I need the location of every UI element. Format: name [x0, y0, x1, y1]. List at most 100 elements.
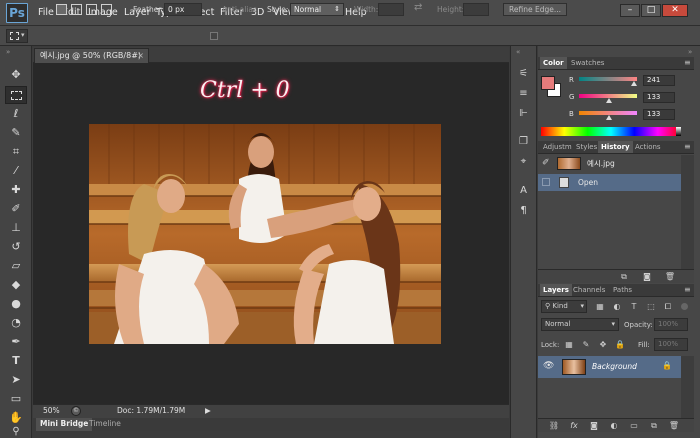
document-tab[interactable]: 예시.jpg @ 50% (RGB/8#) × — [34, 48, 149, 63]
filter-pixel-icon[interactable]: ▦ — [594, 301, 606, 312]
filter-smart-object-icon[interactable]: ⧠ — [662, 301, 674, 312]
tab-channels[interactable]: Channels — [570, 284, 608, 296]
new-layer-icon[interactable]: ⧉ — [648, 420, 660, 431]
height-input[interactable] — [463, 3, 489, 16]
lasso-tool-icon[interactable]: ℓ — [5, 105, 27, 123]
lock-all-icon[interactable]: 🔒 — [614, 339, 626, 350]
add-selection-icon[interactable] — [71, 4, 82, 15]
dodge-tool-icon[interactable]: ◔ — [5, 314, 27, 332]
panel-menu-icon[interactable]: ≡ — [684, 58, 692, 68]
tab-paths[interactable]: Paths — [610, 284, 635, 296]
brush-tool-icon[interactable]: ✐ — [5, 200, 27, 218]
tool-presets-icon[interactable]: ⊩ — [515, 106, 532, 122]
opacity-input[interactable]: 100% — [654, 318, 688, 331]
channel-r-value[interactable]: 241 — [643, 75, 675, 86]
layer-style-icon[interactable]: fx — [568, 420, 580, 431]
menu-file[interactable]: File — [38, 7, 54, 18]
blur-tool-icon[interactable]: ● — [5, 295, 27, 313]
crop-tool-icon[interactable]: ⌗ — [5, 143, 27, 161]
zoom-level[interactable]: 50% — [43, 405, 60, 417]
history-scrollbar[interactable] — [681, 155, 694, 269]
tab-color[interactable]: Color — [540, 57, 567, 69]
antialias-checkbox[interactable] — [210, 32, 218, 40]
fill-input[interactable]: 100% — [654, 338, 688, 351]
panel-dock-arrows-icon[interactable]: » — [688, 48, 692, 56]
tab-mini-bridge[interactable]: Mini Bridge — [36, 418, 93, 431]
character-panel-icon[interactable]: A — [515, 183, 532, 199]
history-snapshot-row[interactable]: ✐ 예시.jpg — [538, 155, 681, 172]
adjustment-layer-icon[interactable]: ◐ — [608, 420, 620, 431]
rectangle-tool-icon[interactable]: ▭ — [5, 390, 27, 408]
layer-mask-icon[interactable]: ◙ — [588, 420, 600, 431]
filter-type-icon[interactable]: T — [628, 301, 640, 312]
subtract-selection-icon[interactable] — [86, 4, 97, 15]
maximize-button[interactable]: □ — [641, 4, 661, 17]
pen-tool-icon[interactable]: ✒ — [5, 333, 27, 351]
channel-g-thumb[interactable] — [606, 98, 613, 103]
clone-source-icon[interactable]: ❐ — [515, 134, 532, 150]
channel-g-value[interactable]: 133 — [643, 92, 675, 103]
new-document-from-state-icon[interactable]: ⧉ — [618, 271, 630, 282]
eraser-tool-icon[interactable]: ▱ — [5, 257, 27, 275]
collapse-arrows-icon[interactable]: » — [6, 48, 10, 56]
panel-menu-icon[interactable]: ≡ — [684, 142, 692, 152]
history-state-checkbox[interactable] — [542, 178, 550, 186]
lock-pixels-icon[interactable]: ✎ — [580, 339, 592, 350]
swap-icon[interactable]: ⇄ — [414, 2, 422, 13]
panel-menu-icon[interactable]: ≡ — [684, 285, 692, 295]
new-group-icon[interactable]: ▭ — [628, 420, 640, 431]
filter-adjustment-icon[interactable]: ◐ — [611, 301, 623, 312]
layers-scrollbar[interactable] — [681, 356, 694, 418]
width-input[interactable] — [378, 3, 404, 16]
channel-b-thumb[interactable] — [606, 115, 613, 120]
paragraph-panel-icon[interactable]: ¶ — [515, 203, 532, 219]
brush-presets-icon[interactable]: ≡ — [515, 86, 532, 102]
intersect-selection-icon[interactable] — [101, 4, 112, 15]
tab-timeline[interactable]: Timeline — [85, 418, 125, 431]
link-layers-icon[interactable]: ⛓ — [548, 420, 560, 431]
document-image[interactable] — [89, 124, 441, 344]
brush-panel-icon[interactable]: ⚟ — [515, 66, 532, 82]
visibility-eye-icon[interactable]: 👁 — [543, 361, 554, 371]
history-brush-source-icon[interactable]: ✐ — [542, 155, 550, 172]
style-select[interactable]: Normal ⇕ — [290, 3, 344, 16]
channel-r-slider[interactable] — [579, 77, 637, 81]
collapse-arrows-icon[interactable]: « — [516, 48, 520, 56]
layer-name[interactable]: Background — [592, 362, 637, 371]
healing-brush-tool-icon[interactable]: ✚ — [5, 181, 27, 199]
eyedropper-tool-icon[interactable]: ⁄ — [5, 162, 27, 180]
tab-styles[interactable]: Styles — [573, 141, 600, 153]
channel-b-value[interactable]: 133 — [643, 109, 675, 120]
clone-stamp-tool-icon[interactable]: ⊥ — [5, 219, 27, 237]
new-snapshot-icon[interactable]: ◙ — [641, 271, 653, 282]
channel-r-thumb[interactable] — [630, 81, 637, 86]
filter-toggle[interactable] — [681, 303, 688, 310]
trash-icon[interactable]: 🗑 — [668, 420, 680, 431]
close-button[interactable]: ✕ — [662, 4, 688, 17]
lock-transparency-icon[interactable]: ▦ — [563, 339, 575, 350]
zoom-tool-icon[interactable]: ⚲ — [5, 423, 27, 438]
tab-layers[interactable]: Layers — [540, 284, 572, 296]
info-panel-icon[interactable]: ⌖ — [515, 154, 532, 170]
blend-mode-select[interactable]: Normal ▾ — [541, 318, 619, 331]
trash-icon[interactable]: 🗑 — [664, 271, 676, 282]
new-selection-icon[interactable] — [56, 4, 67, 15]
minimize-button[interactable]: – — [620, 4, 640, 17]
close-tab-icon[interactable]: × — [137, 49, 144, 62]
move-tool-icon[interactable]: ✥ — [5, 66, 27, 84]
type-tool-icon[interactable]: T — [5, 352, 27, 370]
refine-edge-button[interactable]: Refine Edge... — [503, 3, 567, 16]
layer-row[interactable]: 👁 Background 🔒 — [538, 356, 681, 378]
feather-input[interactable]: 0 px — [164, 3, 202, 16]
quick-select-tool-icon[interactable]: ✎ — [5, 124, 27, 142]
history-state-row[interactable]: Open — [538, 174, 681, 191]
lock-position-icon[interactable]: ✥ — [597, 339, 609, 350]
history-brush-tool-icon[interactable]: ↺ — [5, 238, 27, 256]
path-select-tool-icon[interactable]: ➤ — [5, 371, 27, 389]
color-spectrum-ramp[interactable] — [541, 127, 681, 136]
share-icon[interactable]: © — [71, 406, 81, 416]
tool-preset-picker[interactable]: ▾ — [6, 29, 28, 43]
tab-history[interactable]: History — [598, 141, 633, 153]
tab-adjustments[interactable]: Adjustm — [540, 141, 575, 153]
filter-kind-select[interactable]: ⚲ Kind ▾ — [541, 300, 587, 313]
